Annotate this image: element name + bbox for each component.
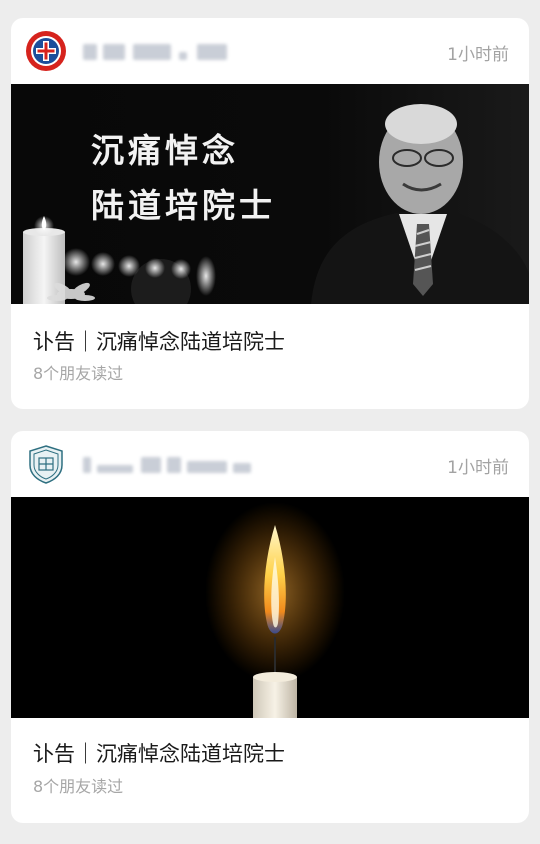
friends-read-count: 8个朋友读过	[33, 777, 124, 796]
publish-time: 1小时前	[447, 458, 509, 478]
candle-flame-image-icon	[11, 497, 529, 718]
article-card[interactable]: 1小时前	[11, 431, 529, 823]
cover-title-line1: 沉痛悼念	[91, 131, 239, 170]
article-title[interactable]: 讣告｜沉痛悼念陆道培院士	[33, 738, 285, 768]
account-name-blurred[interactable]	[83, 44, 233, 60]
article-cover-image[interactable]: 沉痛悼念 陆道培院士	[11, 84, 529, 304]
article-cover-image[interactable]	[11, 497, 529, 718]
university-shield-logo-icon	[29, 445, 63, 484]
red-cross-hospital-logo-icon	[26, 31, 66, 71]
article-card[interactable]: 1小时前	[11, 18, 529, 409]
card-header: 1小时前	[11, 18, 529, 84]
account-avatar[interactable]	[25, 443, 67, 485]
account-name-blurred[interactable]	[83, 457, 251, 473]
cover-title-line2: 陆道培院士	[91, 186, 276, 225]
article-title[interactable]: 讣告｜沉痛悼念陆道培院士	[33, 326, 285, 356]
friends-read-count: 8个朋友读过	[33, 364, 124, 383]
account-avatar[interactable]	[25, 30, 67, 72]
card-header: 1小时前	[11, 431, 529, 497]
publish-time: 1小时前	[447, 45, 509, 65]
